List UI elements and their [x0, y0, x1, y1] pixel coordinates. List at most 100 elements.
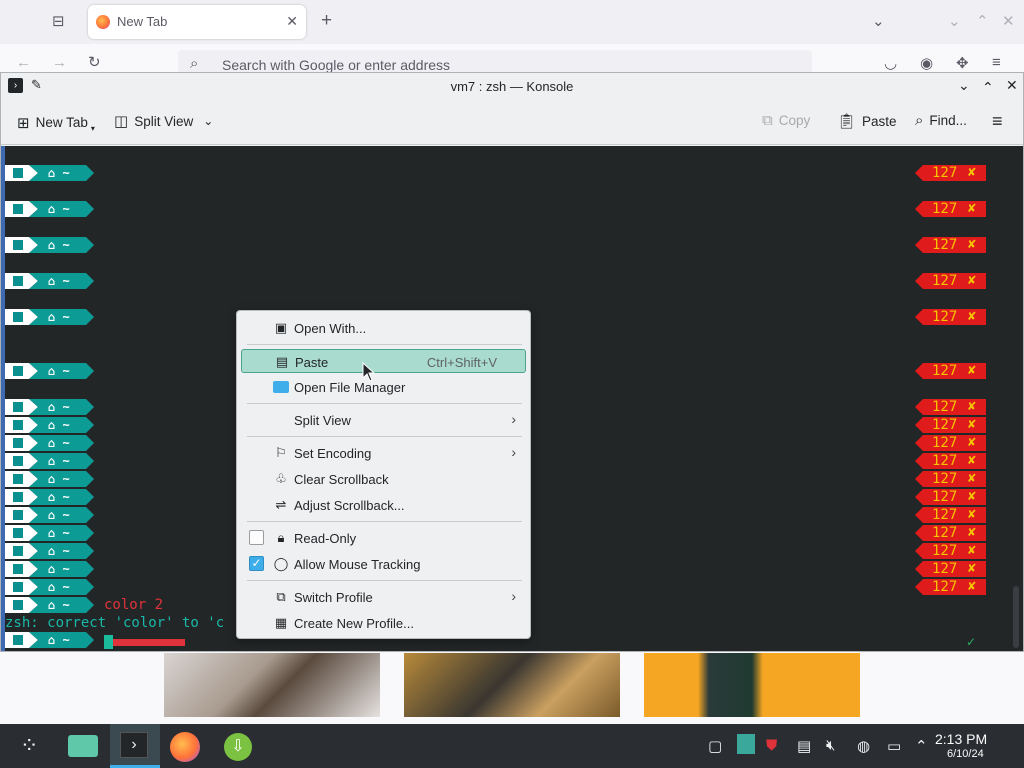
minimize-icon[interactable]: ⌄: [948, 12, 961, 30]
prompt-dir: ⌂ ~: [29, 399, 94, 415]
close-tab-icon[interactable]: ✕: [286, 13, 298, 30]
exit-status-badge: 127 ✘: [915, 435, 986, 451]
terminal-scrollbar[interactable]: [1013, 586, 1019, 648]
menu-item-create-new-profile[interactable]: ▦ Create New Profile...: [241, 611, 526, 635]
tab-list-icon[interactable]: ⊟: [52, 12, 65, 30]
pager-icon[interactable]: [737, 734, 755, 754]
taskbar-firefox[interactable]: [168, 730, 202, 762]
taskbar: ⁘ › ⇩ ▢ ⛊ ▤ 🔇︎ ◍ ▭ ⌃ 2:13 PM 6/10/24: [0, 724, 1024, 768]
os-icon: [5, 435, 38, 451]
menu-item-paste[interactable]: ▤ Paste Ctrl+Shift+V: [241, 349, 526, 373]
content-thumbnail[interactable]: [404, 653, 620, 717]
folder-icon: [68, 735, 98, 757]
volume-muted-icon[interactable]: 🔇︎: [826, 737, 835, 754]
konsole-titlebar[interactable]: › ✎ vm7 : zsh — Konsole ⌄ ⌃ ✕: [1, 73, 1023, 100]
terminal-context-menu: ▣ Open With... ▤ Paste Ctrl+Shift+V Open…: [236, 310, 531, 639]
read-only-checkbox[interactable]: [249, 530, 264, 545]
copy-button[interactable]: ⧉ Copy: [762, 112, 810, 129]
prompt-dir: ⌂ ~: [29, 363, 94, 379]
prompt-dir: ⌂ ~: [29, 597, 94, 613]
mouse-cursor-icon: [362, 362, 376, 382]
os-icon: [5, 632, 38, 648]
clipboard-icon[interactable]: ▤: [797, 737, 811, 755]
network-icon[interactable]: ◍: [857, 737, 870, 755]
copy-icon: ⧉: [762, 112, 773, 129]
prompt-dir: ⌂ ~: [29, 201, 94, 217]
application-launcher-icon[interactable]: ⁘: [20, 733, 38, 759]
clock-date[interactable]: 6/10/24: [947, 748, 984, 760]
menu-item-adjust-scrollback[interactable]: ⇌ Adjust Scrollback...: [241, 493, 526, 517]
hamburger-menu-icon[interactable]: ≡: [992, 111, 1003, 132]
exit-status-badge: 127 ✘: [915, 363, 986, 379]
minimize-icon[interactable]: ⌄: [958, 77, 970, 94]
menu-item-clear-scrollback[interactable]: ♧ Clear Scrollback: [241, 467, 526, 491]
terminal-cursor: [104, 635, 113, 649]
os-icon: [5, 453, 38, 469]
broom-icon: ♧: [275, 471, 287, 486]
menu-item-open-with[interactable]: ▣ Open With...: [241, 316, 526, 340]
show-desktop-icon[interactable]: ▢: [708, 737, 722, 755]
maximize-icon[interactable]: ⌃: [976, 12, 989, 30]
taskbar-downloader[interactable]: ⇩: [221, 730, 255, 762]
new-profile-icon: ▦: [274, 615, 288, 630]
close-window-icon[interactable]: ✕: [1002, 12, 1015, 30]
maximize-icon[interactable]: ⌃: [982, 79, 994, 96]
correction-text: zsh: correct 'color' to 'c: [5, 615, 225, 631]
chevron-down-icon: ⌄: [203, 114, 214, 128]
folder-icon: [273, 379, 289, 395]
extensions-icon[interactable]: ✥: [956, 54, 969, 72]
close-window-icon[interactable]: ✕: [1006, 77, 1018, 94]
pocket-icon[interactable]: ◡: [884, 54, 897, 72]
security-shield-icon[interactable]: ⛊: [766, 737, 777, 754]
clock-time[interactable]: 2:13 PM: [935, 731, 987, 747]
prompt-dir: ⌂ ~: [29, 309, 94, 325]
chevron-down-icon[interactable]: ⌄: [872, 12, 885, 30]
reload-icon[interactable]: ↻: [88, 53, 101, 71]
konsole-toolbar: ⊞ New Tab ▾ ◫ Split View ⌄ ⧉ Copy 📋︎ Pas…: [1, 100, 1023, 145]
display-icon[interactable]: ▭: [887, 737, 901, 755]
search-icon: ⌕: [915, 112, 924, 129]
switch-profile-icon: ⧉: [276, 589, 286, 604]
download-icon: ⇩: [224, 733, 252, 761]
content-thumbnail[interactable]: [164, 653, 380, 717]
menu-item-split-view[interactable]: Split View ›: [241, 408, 526, 432]
exit-status-badge: 127 ✘: [915, 399, 986, 415]
account-icon[interactable]: ◉: [920, 54, 933, 72]
taskbar-file-manager[interactable]: [66, 730, 100, 762]
os-icon: [5, 579, 38, 595]
split-view-button[interactable]: ◫ Split View ⌄: [114, 112, 213, 130]
menu-item-allow-mouse-tracking[interactable]: ✓ ◯ Allow Mouse Tracking: [241, 552, 526, 576]
exit-status-badge: 127 ✘: [915, 507, 986, 523]
back-icon[interactable]: ←: [16, 54, 31, 71]
dropdown-arrow-icon: ▾: [90, 124, 95, 133]
exit-status-badge: 127 ✘: [915, 309, 986, 325]
mouse-tracking-checkbox[interactable]: ✓: [249, 556, 264, 571]
taskbar-konsole[interactable]: ›: [110, 724, 160, 768]
menu-icon[interactable]: ≡: [992, 54, 1001, 71]
prompt-dir: ⌂ ~: [29, 417, 94, 433]
new-tab-button[interactable]: ⊞ New Tab ▾: [17, 112, 95, 134]
split-view-icon: ◫: [114, 113, 129, 130]
menu-item-open-file-manager[interactable]: Open File Manager: [241, 375, 526, 399]
tray-expand-icon[interactable]: ⌃: [915, 737, 928, 755]
forward-icon[interactable]: →: [52, 54, 67, 71]
find-button[interactable]: ⌕ Find...: [915, 112, 967, 129]
new-tab-button[interactable]: +: [321, 10, 332, 32]
os-icon: [5, 417, 38, 433]
exit-status-badge: 127 ✘: [915, 453, 986, 469]
menu-item-set-encoding[interactable]: ⚐ Set Encoding ›: [241, 441, 526, 465]
browser-tab-new-tab[interactable]: New Tab ✕: [88, 5, 306, 39]
sliders-icon: ⇌: [275, 497, 287, 512]
content-thumbnail[interactable]: [644, 653, 860, 717]
window-title: vm7 : zsh — Konsole: [450, 79, 574, 94]
menu-item-switch-profile[interactable]: ⧉ Switch Profile ›: [241, 585, 526, 609]
autosuggest-highlight: [113, 639, 185, 646]
prompt-dir: ⌂ ~: [29, 471, 94, 487]
browser-tab-label: New Tab: [117, 14, 168, 29]
menu-item-read-only[interactable]: 🔒︎ Read-Only: [241, 526, 526, 550]
os-icon: [5, 273, 38, 289]
typed-command: color 2: [104, 597, 164, 613]
new-tab-icon: ⊞: [17, 114, 30, 132]
paste-button[interactable]: 📋︎ Paste: [837, 112, 897, 130]
success-mark: ✓: [966, 635, 977, 649]
